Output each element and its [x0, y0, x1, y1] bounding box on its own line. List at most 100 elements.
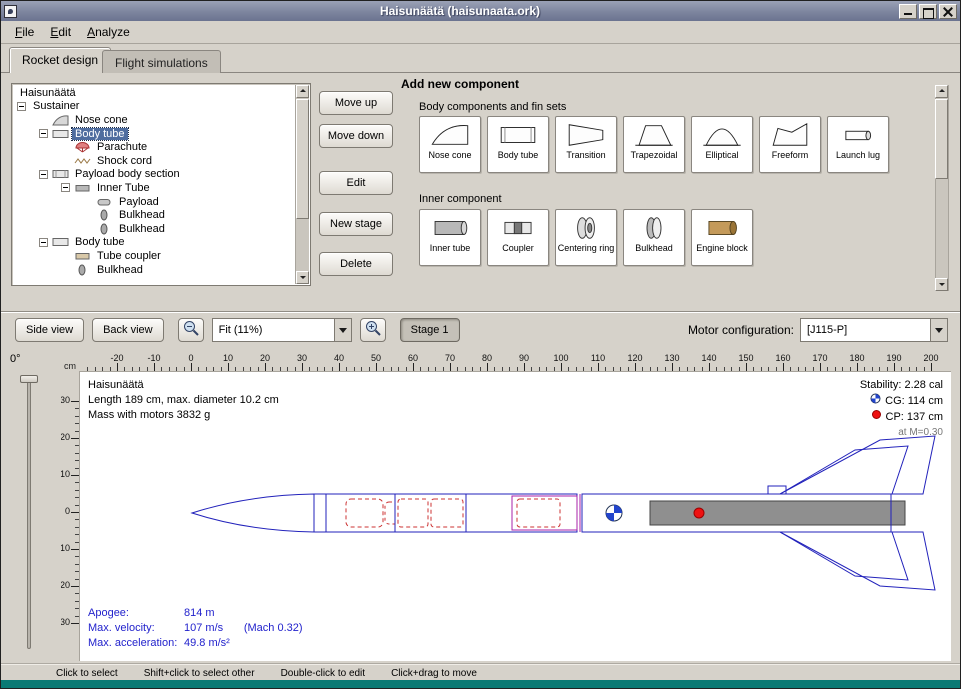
move-down-button[interactable]: Move down — [319, 124, 393, 148]
window-pin-icon[interactable] — [4, 5, 17, 18]
back-view-button[interactable]: Back view — [92, 318, 164, 342]
scroll-up-icon[interactable] — [935, 85, 948, 98]
rocket-dimensions: Length 189 cm, max. diameter 10.2 cm — [88, 393, 279, 408]
tree-item[interactable]: Shock cord — [13, 154, 295, 168]
acceleration-value: 49.8 m/s² — [184, 636, 230, 651]
tree-item[interactable]: Nose cone — [13, 113, 295, 127]
zoom-select[interactable]: Fit (11%) — [212, 318, 352, 342]
scrollbar-thumb[interactable] — [296, 99, 309, 219]
add-component-title: Add new component — [401, 77, 519, 91]
inner-component-label: Inner component — [419, 193, 502, 205]
stage-1-toggle[interactable]: Stage 1 — [400, 318, 460, 342]
rotation-slider-handle[interactable] — [20, 375, 38, 383]
horizontal-ruler: -20-100102030405060708090100110120130140… — [79, 353, 951, 371]
tree-item[interactable]: Parachute — [13, 140, 295, 154]
tab-flight-simulations[interactable]: Flight simulations — [102, 50, 221, 73]
motor-config-label: Motor configuration: — [688, 323, 794, 337]
hint-click: Click to select — [56, 668, 118, 679]
add-launch-lug-button[interactable]: Launch lug — [827, 116, 889, 173]
launch-lug-icon — [836, 120, 880, 150]
add-coupler-button[interactable]: Coupler — [487, 209, 549, 266]
vertical-ruler: -30-20-100102030 — [61, 371, 79, 661]
edit-button[interactable]: Edit — [319, 171, 393, 195]
tree-item-stage[interactable]: Sustainer — [13, 100, 295, 114]
close-button[interactable] — [939, 4, 957, 19]
add-bulkhead-button[interactable]: Bulkhead — [623, 209, 685, 266]
apogee-label: Apogee: — [88, 606, 184, 621]
hint-drag: Click+drag to move — [391, 668, 477, 679]
delete-button[interactable]: Delete — [319, 252, 393, 276]
cp-icon — [871, 409, 882, 425]
centering-ring-icon — [564, 213, 608, 243]
add-nose-cone-button[interactable]: Nose cone — [419, 116, 481, 173]
add-elliptical-fin-button[interactable]: Elliptical — [691, 116, 753, 173]
new-stage-button[interactable]: New stage — [319, 212, 393, 236]
tree-item[interactable]: Bulkhead — [13, 222, 295, 236]
scroll-down-icon[interactable] — [296, 271, 309, 284]
chevron-down-icon[interactable] — [334, 319, 351, 341]
side-view-button[interactable]: Side view — [15, 318, 84, 342]
rocket-info: Haisunäätä Length 189 cm, max. diameter … — [88, 378, 279, 423]
scroll-up-icon[interactable] — [296, 85, 309, 98]
ruler-unit-label: cm — [61, 353, 79, 371]
add-trapezoidal-fin-button[interactable]: Trapezoidal — [623, 116, 685, 173]
menubar: File Edit Analyze — [1, 21, 960, 44]
add-freeform-fin-button[interactable]: Freeform — [759, 116, 821, 173]
menu-edit[interactable]: Edit — [42, 22, 79, 42]
menu-file[interactable]: File — [7, 22, 42, 42]
collapse-icon[interactable] — [39, 238, 48, 247]
tree-item-rocket[interactable]: Haisunäätä — [13, 86, 295, 100]
move-up-button[interactable]: Move up — [319, 91, 393, 115]
zoom-out-icon — [182, 319, 200, 340]
add-centering-ring-button[interactable]: Centering ring — [555, 209, 617, 266]
collapse-icon[interactable] — [17, 102, 26, 111]
tree-item[interactable]: Payload body section — [13, 168, 295, 182]
tree-item[interactable]: Payload — [13, 195, 295, 209]
add-panel-scrollbar[interactable] — [935, 85, 949, 291]
flight-info: Apogee:814 m Max. velocity:107 m/s(Mach … — [88, 606, 303, 651]
rotation-slider[interactable] — [27, 379, 31, 649]
apogee-value: 814 m — [184, 606, 230, 621]
velocity-label: Max. velocity: — [88, 621, 184, 636]
add-engine-block-button[interactable]: Engine block — [691, 209, 753, 266]
transition-icon — [564, 120, 608, 150]
cg-value: CG: 114 cm — [885, 394, 943, 409]
coupler-icon — [74, 250, 94, 262]
add-inner-tube-button[interactable]: Inner tube — [419, 209, 481, 266]
add-body-tube-button[interactable]: Body tube — [487, 116, 549, 173]
hint-double-click: Double-click to edit — [281, 668, 365, 679]
motor-config-select[interactable]: [J115-P] — [800, 318, 948, 342]
tree-scrollbar[interactable] — [295, 85, 309, 284]
app-window: Haisunäätä (haisunaata.ork) File Edit An… — [0, 0, 961, 689]
collapse-icon[interactable] — [39, 129, 48, 138]
zoom-in-button[interactable] — [360, 318, 386, 342]
bodytube-icon — [52, 128, 72, 140]
body-components-label: Body components and fin sets — [419, 101, 566, 113]
inner-tube-icon — [428, 213, 472, 243]
bodytube-icon — [52, 236, 72, 248]
tree-item-selected[interactable]: Body tube — [13, 127, 295, 141]
rocket-canvas[interactable]: Haisunäätä Length 189 cm, max. diameter … — [79, 371, 951, 661]
menu-analyze[interactable]: Analyze — [79, 22, 138, 42]
add-transition-button[interactable]: Transition — [555, 116, 617, 173]
tree-item[interactable]: Bulkhead — [13, 263, 295, 277]
tree-item[interactable]: Tube coupler — [13, 249, 295, 263]
tree-item[interactable]: Bulkhead — [13, 208, 295, 222]
body-tube-icon — [496, 120, 540, 150]
tree-item[interactable]: Body tube — [13, 236, 295, 250]
scroll-down-icon[interactable] — [935, 278, 948, 291]
maximize-button[interactable] — [919, 4, 937, 19]
tab-rocket-design[interactable]: Rocket design — [9, 47, 111, 73]
component-tree: Haisunäätä Sustainer Nose cone Body tube — [11, 83, 311, 286]
tab-bar: Rocket design Flight simulations — [1, 44, 960, 73]
scrollbar-thumb[interactable] — [935, 99, 948, 179]
tree-item[interactable]: Inner Tube — [13, 181, 295, 195]
minimize-button[interactable] — [899, 4, 917, 19]
chevron-down-icon[interactable] — [930, 319, 947, 341]
collapse-icon[interactable] — [61, 183, 70, 192]
zoom-out-button[interactable] — [178, 318, 204, 342]
payload-icon — [96, 196, 116, 208]
zoom-in-icon — [364, 319, 382, 340]
collapse-icon[interactable] — [39, 170, 48, 179]
stability-info: Stability: 2.28 cal CG: 114 cm CP: 137 c… — [860, 378, 943, 440]
